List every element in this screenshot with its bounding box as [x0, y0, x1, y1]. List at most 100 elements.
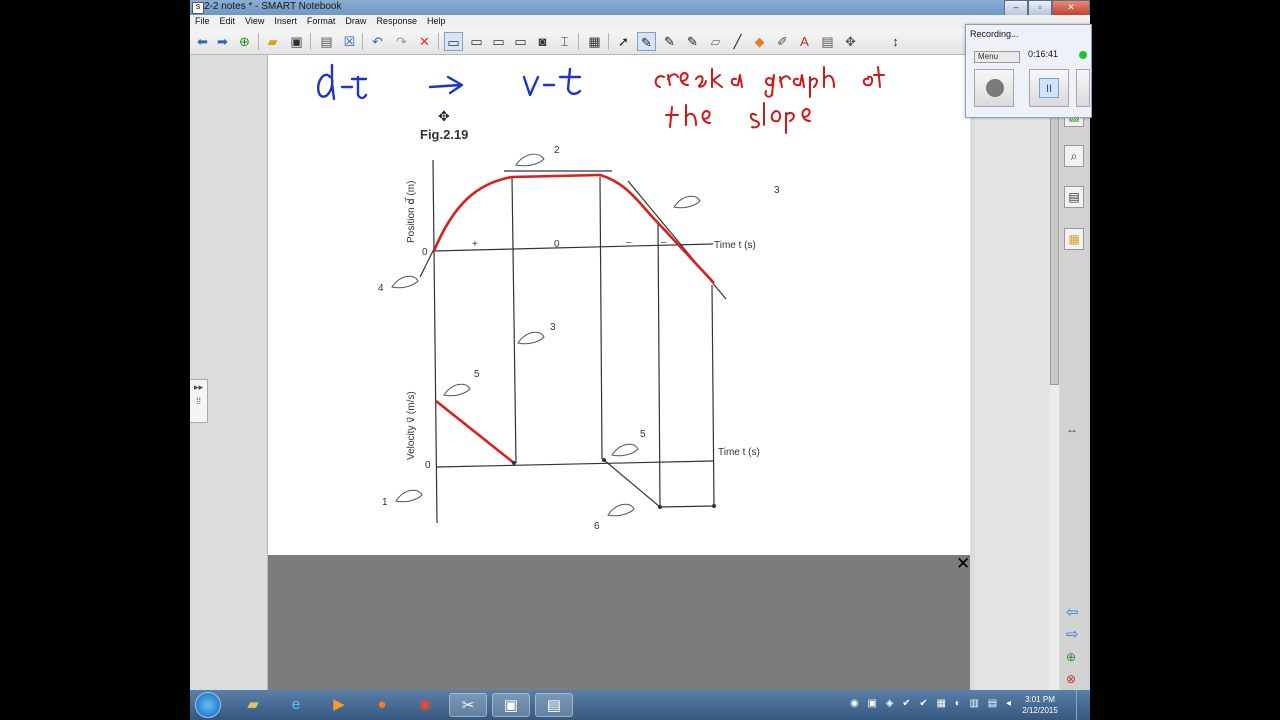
paste-icon[interactable]: ▤	[317, 32, 336, 51]
origin-zero-bottom: 0	[425, 460, 431, 471]
handwriting-dt-vt	[316, 63, 582, 101]
show-desktop-button[interactable]	[1076, 690, 1091, 720]
save-icon[interactable]: ▣	[287, 32, 306, 51]
time-label-bottom: Time t (s)	[718, 447, 760, 458]
next-page-icon[interactable]: ⇨	[1066, 626, 1079, 644]
attachments-tab-icon[interactable]: ⌕	[1064, 145, 1084, 167]
off-page-area	[268, 555, 970, 690]
menu-file[interactable]: File	[190, 15, 215, 29]
close-shade-icon[interactable]: ✕	[956, 555, 970, 572]
clock-time: 3:01 PM	[1025, 695, 1055, 704]
minimize-button[interactable]: –	[1004, 0, 1028, 16]
screen-capture-icon[interactable]: ◙	[533, 32, 552, 51]
record-button[interactable]	[974, 69, 1014, 107]
menu-edit[interactable]: Edit	[215, 15, 241, 29]
panel-content	[975, 55, 1053, 690]
slope-sign-minus: –	[661, 237, 667, 248]
time-label-top: Time t (s)	[714, 240, 756, 251]
delete-page-side-icon[interactable]: ⊗	[1066, 670, 1076, 688]
menu-draw[interactable]: Draw	[340, 15, 371, 29]
toolbar-position-icon[interactable]: ↕	[886, 32, 905, 51]
handwriting-note	[654, 66, 885, 134]
magic-pen-icon[interactable]: ✎	[683, 32, 702, 51]
menu-response[interactable]: Response	[371, 15, 422, 29]
start-button[interactable]	[195, 692, 221, 718]
record-icon	[986, 79, 1004, 97]
full-screen-icon[interactable]: ▭	[467, 32, 486, 51]
undo-icon[interactable]: ↶	[368, 32, 387, 51]
recorder-window: Recording... Menu 0:16:41 II	[965, 24, 1092, 118]
clock-date: 2/12/2015	[1022, 706, 1058, 715]
properties-icon[interactable]: ▤	[818, 32, 837, 51]
menu-format[interactable]: Format	[302, 15, 341, 29]
creative-pen-icon[interactable]: ✎	[660, 32, 679, 51]
forward-arrow-icon[interactable]: ➡	[213, 32, 232, 51]
file-explorer-icon[interactable]: ▰	[234, 693, 272, 717]
snipping-tool-icon[interactable]: ✂	[449, 693, 487, 717]
menu-view[interactable]: View	[240, 15, 269, 29]
left-margin: ▸▸ ⁞⁞	[190, 55, 268, 690]
eraser-icon[interactable]: ▱	[706, 32, 725, 51]
delete-icon[interactable]: ✕	[415, 32, 434, 51]
slope-sign-zero: 0	[554, 239, 560, 250]
slope-sign-plus: +	[472, 239, 478, 250]
notebook-canvas[interactable]: ✥ Fig.2.19 Position d⃗ (m) Velocity v⃗ (…	[268, 55, 970, 555]
title-bar[interactable]: S 2-2 notes * - SMART Notebook – ▫ ✕	[190, 0, 1090, 16]
callout-2: 2	[554, 145, 560, 156]
callout-1: 1	[382, 497, 388, 508]
taskbar-clock[interactable]: 3:01 PM 2/12/2015	[1016, 694, 1064, 716]
smart-notebook-icon[interactable]: ▤	[535, 693, 573, 717]
callout-6: 6	[594, 521, 600, 532]
properties-tab-icon[interactable]: ▤	[1064, 186, 1084, 208]
text-icon[interactable]: A	[795, 32, 814, 51]
back-arrow-icon[interactable]: ⬅	[193, 32, 212, 51]
menu-help[interactable]: Help	[422, 15, 451, 29]
pause-button[interactable]: II	[1029, 69, 1069, 107]
add-page-icon[interactable]: ⊕	[235, 32, 254, 51]
open-folder-icon[interactable]: ▰	[263, 32, 282, 51]
menu-insert[interactable]: Insert	[269, 15, 302, 29]
redo-icon[interactable]: ↷	[392, 32, 411, 51]
network-app-icon[interactable]: ▣	[492, 693, 530, 717]
figure-label: Fig.2.19	[420, 127, 468, 142]
shape-icon[interactable]: ◆	[750, 32, 769, 51]
stop-button[interactable]	[1076, 69, 1090, 107]
fill-icon[interactable]: ✐	[773, 32, 792, 51]
plot-point	[658, 505, 662, 509]
move-cursor-icon: ✥	[438, 109, 450, 125]
plot-point	[712, 504, 716, 508]
callout-4-left: 4	[378, 283, 384, 294]
delete-page-icon[interactable]: ☒	[340, 32, 359, 51]
firefox-icon[interactable]: ●	[363, 693, 401, 717]
prev-page-icon[interactable]: ⇦	[1066, 604, 1079, 622]
table-icon[interactable]: ▦	[585, 32, 604, 51]
recorder-title: Recording...	[970, 29, 1019, 39]
internet-explorer-icon[interactable]: e	[277, 693, 315, 717]
add-page-side-icon[interactable]: ⊕	[1066, 648, 1076, 666]
hand-pointer-icons	[391, 153, 701, 517]
line-icon[interactable]: ╱	[728, 32, 747, 51]
addons-tab-icon[interactable]: ▦	[1064, 228, 1084, 250]
position-graph	[419, 159, 727, 524]
close-button[interactable]: ✕	[1052, 0, 1090, 16]
velocity-trace	[435, 399, 515, 465]
recording-status-icon	[1079, 51, 1087, 59]
show-hide-icon[interactable]: ▭	[511, 32, 530, 51]
callout-5-right: 5	[640, 429, 646, 440]
move-toolbar-icon[interactable]: ✥	[841, 32, 860, 51]
select-icon[interactable]: ➚	[614, 32, 633, 51]
side-panel-handle[interactable]: ▸▸ ⁞⁞	[190, 379, 208, 423]
pen-icon[interactable]: ✎	[637, 32, 656, 51]
taskbar: ▰ e ▶ ● ◉ ✂ ▣ ▤ ◉ ▣ ◈ ✔ ✔ ▦ ◐ ▥ ▤ ◂ 3:01…	[190, 690, 1090, 720]
recorder-menu-button[interactable]: Menu	[974, 51, 1020, 63]
menu-bar: File Edit View Insert Format Draw Respon…	[190, 15, 1090, 29]
chrome-icon[interactable]: ◉	[406, 693, 444, 717]
document-camera-icon[interactable]: ⌶	[555, 32, 574, 51]
maximize-button[interactable]: ▫	[1028, 0, 1052, 16]
resize-panel-icon[interactable]: ↔	[1066, 422, 1078, 436]
screen-shade-icon[interactable]: ▭	[444, 32, 463, 51]
dual-display-icon[interactable]: ▭	[489, 32, 508, 51]
window-title: 2-2 notes * - SMART Notebook	[204, 1, 342, 12]
system-tray[interactable]: ◉ ▣ ◈ ✔ ✔ ▦ ◐ ▥ ▤ ◂	[850, 698, 1014, 709]
media-player-icon[interactable]: ▶	[320, 693, 358, 717]
